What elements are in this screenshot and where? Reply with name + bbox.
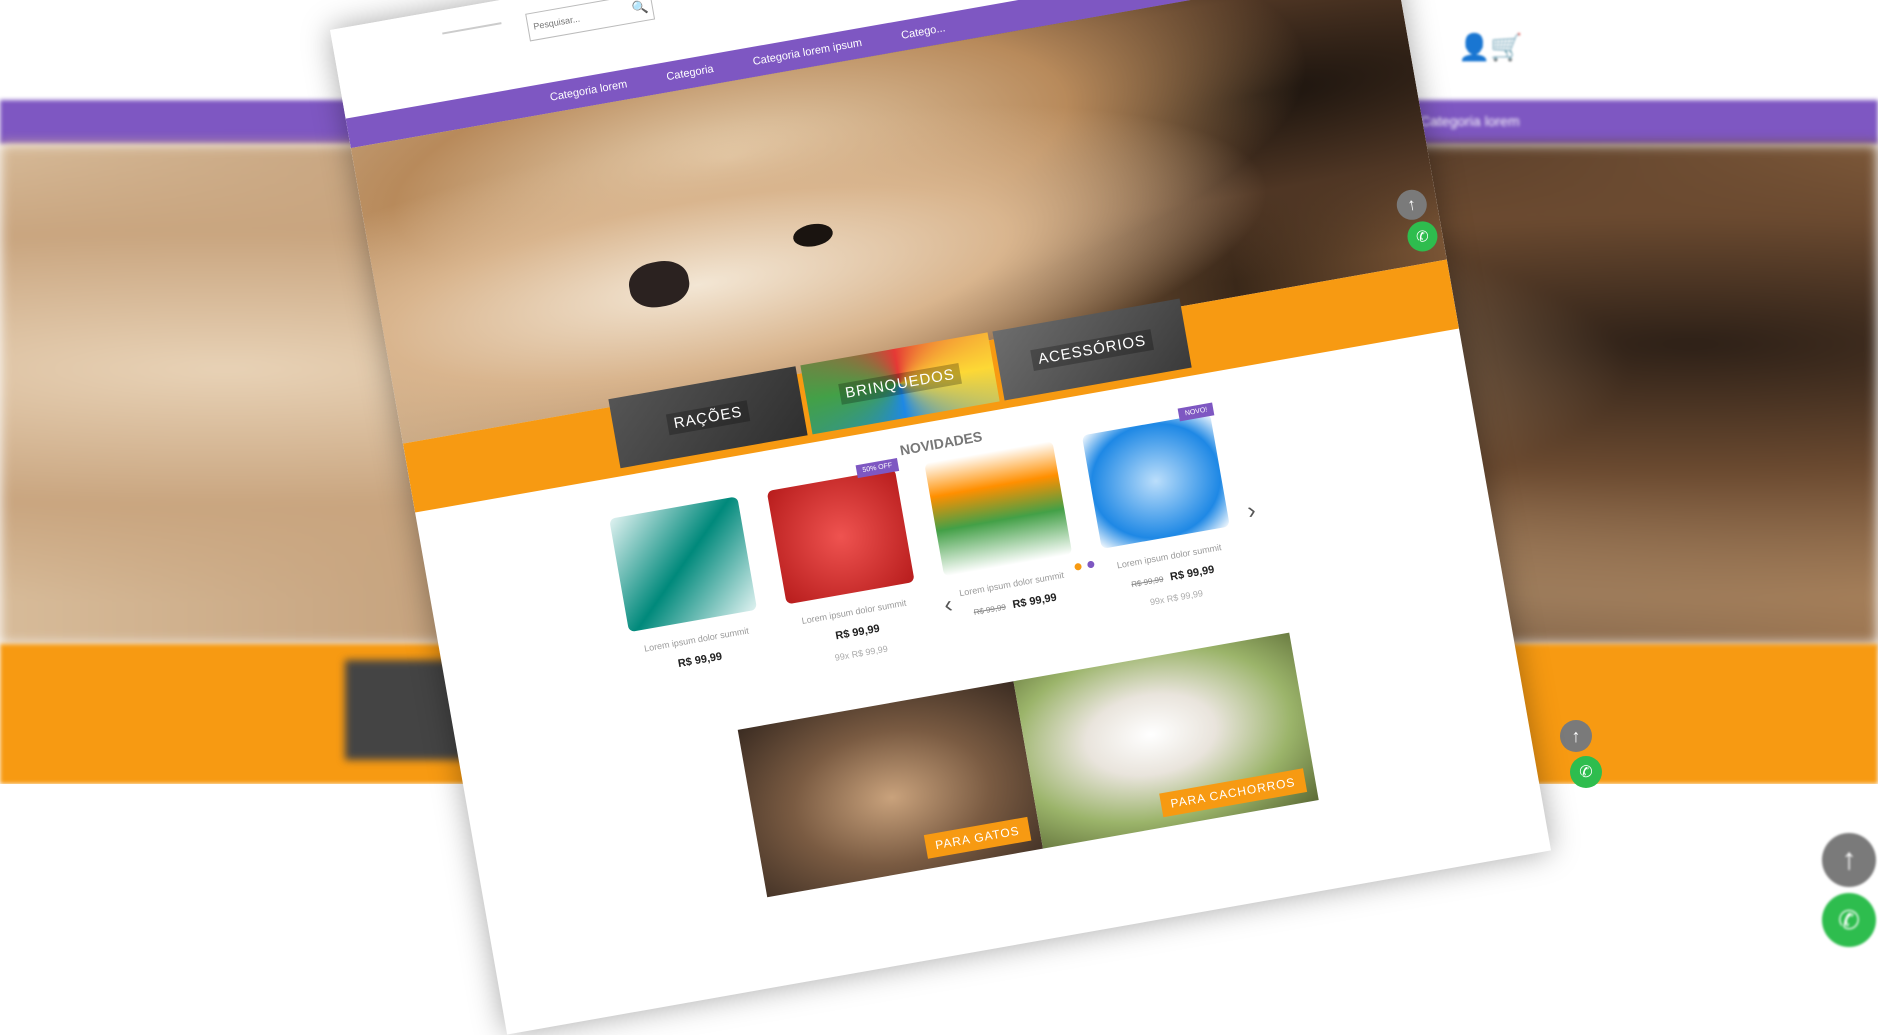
- hero-dog-eye: [791, 220, 835, 250]
- hero-dog-nose: [625, 256, 693, 312]
- product-old-price: R$ 99,99: [973, 602, 1007, 617]
- search-box[interactable]: 🔍: [525, 0, 656, 42]
- product-image[interactable]: [766, 468, 915, 605]
- search-input[interactable]: [527, 4, 633, 33]
- carousel-dot[interactable]: [1086, 560, 1095, 569]
- product-image[interactable]: [609, 496, 758, 633]
- product-image[interactable]: [1081, 413, 1230, 549]
- banner-label: PARA CACHORROS: [1158, 768, 1308, 818]
- nav-item[interactable]: Categoria lorem: [549, 78, 628, 103]
- search-icon[interactable]: 🔍: [631, 0, 650, 17]
- product-image[interactable]: [924, 440, 1073, 577]
- category-label: BRINQUEDOS: [837, 362, 963, 405]
- site-mockup: 🔍 Categoria lorem Categoria Categoria lo…: [330, 0, 1552, 1035]
- whatsapp-icon: ✆: [1570, 756, 1602, 788]
- category-label: RAÇÕES: [666, 399, 750, 435]
- nav-item[interactable]: Catego...: [900, 22, 946, 42]
- product-old-price: R$ 99,99: [1130, 574, 1165, 590]
- user-icon: 👤: [1458, 32, 1491, 62]
- nav-item[interactable]: Categoria: [666, 63, 715, 83]
- category-label: ACESSÓRIOS: [1030, 328, 1154, 371]
- product-price: R$ 99,99: [1011, 591, 1058, 612]
- carousel-dot[interactable]: [1074, 562, 1083, 571]
- whatsapp-icon[interactable]: ✆: [1822, 893, 1876, 947]
- logo: [442, 22, 505, 49]
- banner-label: PARA GATOS: [923, 816, 1032, 859]
- arrow-up-icon: ↑: [1560, 720, 1592, 752]
- cart-icon: 🛒: [1490, 32, 1523, 62]
- product-price: R$ 99,99: [1169, 563, 1216, 584]
- arrow-up-icon[interactable]: ↑: [1822, 833, 1876, 887]
- bg-nav-label: Categoria lorem: [1420, 113, 1520, 129]
